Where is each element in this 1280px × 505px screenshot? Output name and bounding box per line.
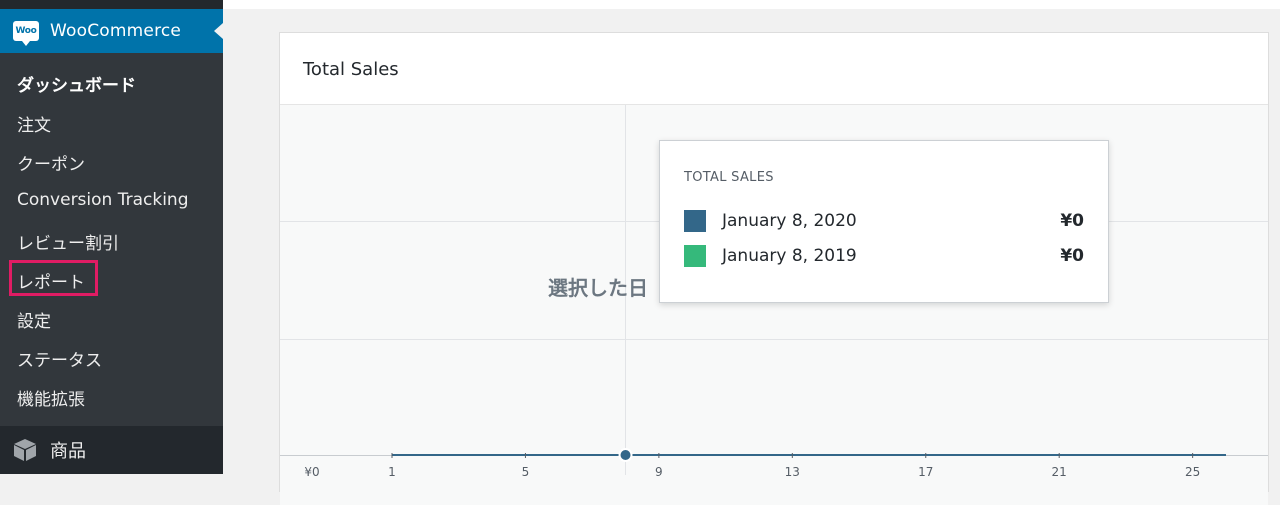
submenu-item-orders[interactable]: 注文: [17, 111, 51, 136]
woocommerce-logo-icon: Woo: [13, 21, 39, 46]
legend-swatch: [684, 245, 706, 267]
x-tick-label: 17: [918, 465, 934, 479]
admin-sidebar: Woo WooCommerce ダッシュボード 注文 クーポン Conversi…: [0, 0, 223, 474]
chart-tooltip: TOTAL SALES January 8, 2020 ¥0 January 8…: [659, 140, 1109, 303]
legend-swatch: [684, 210, 706, 232]
submenu-item-status[interactable]: ステータス: [17, 346, 102, 371]
menu-item-products-label: 商品: [50, 441, 86, 462]
tooltip-row-date: January 8, 2019: [722, 246, 857, 266]
submenu-item-coupons[interactable]: クーポン: [17, 150, 85, 175]
x-tick-label: 5: [521, 465, 530, 479]
current-menu-pointer: [214, 23, 223, 39]
submenu-item-conversion-tracking[interactable]: Conversion Tracking: [17, 190, 189, 210]
submenu-item-review-discount[interactable]: レビュー割引: [17, 229, 119, 254]
submenu-item-dashboard[interactable]: ダッシュボード: [17, 71, 136, 96]
tooltip-row-date: January 8, 2020: [722, 211, 857, 231]
tooltip-row-value: ¥0: [1060, 246, 1084, 266]
x-tick-label: 9: [655, 465, 663, 479]
highlighted-data-point: [618, 448, 633, 462]
sidebar-top-strip: [0, 0, 223, 9]
tooltip-row: January 8, 2019 ¥0: [684, 245, 1084, 269]
tooltip-row: January 8, 2020 ¥0: [684, 210, 1084, 234]
archive-box-icon: [14, 439, 36, 461]
x-tick-label: 25: [1184, 465, 1201, 479]
x-tick-label: 21: [1051, 465, 1067, 479]
x-tick-label: 13: [784, 465, 800, 479]
y-axis-tick-label: ¥0: [304, 465, 320, 479]
card-title: Total Sales: [303, 59, 399, 80]
woocommerce-menu-header[interactable]: Woo WooCommerce: [0, 9, 223, 53]
tooltip-row-value: ¥0: [1060, 211, 1084, 231]
menu-item-products[interactable]: 商品: [0, 426, 223, 474]
woocommerce-menu-title: WooCommerce: [50, 21, 182, 41]
x-tick-label: 1: [388, 465, 396, 479]
submenu-item-extensions[interactable]: 機能拡張: [17, 385, 85, 410]
reports-highlight-box: [9, 260, 98, 296]
top-bar: [223, 0, 1280, 9]
woocommerce-submenu: ダッシュボード 注文 クーポン Conversion Tracking レビュー…: [0, 53, 223, 426]
submenu-item-settings[interactable]: 設定: [17, 307, 51, 332]
tooltip-title: TOTAL SALES: [684, 170, 774, 185]
card-header: Total Sales: [280, 33, 1268, 105]
